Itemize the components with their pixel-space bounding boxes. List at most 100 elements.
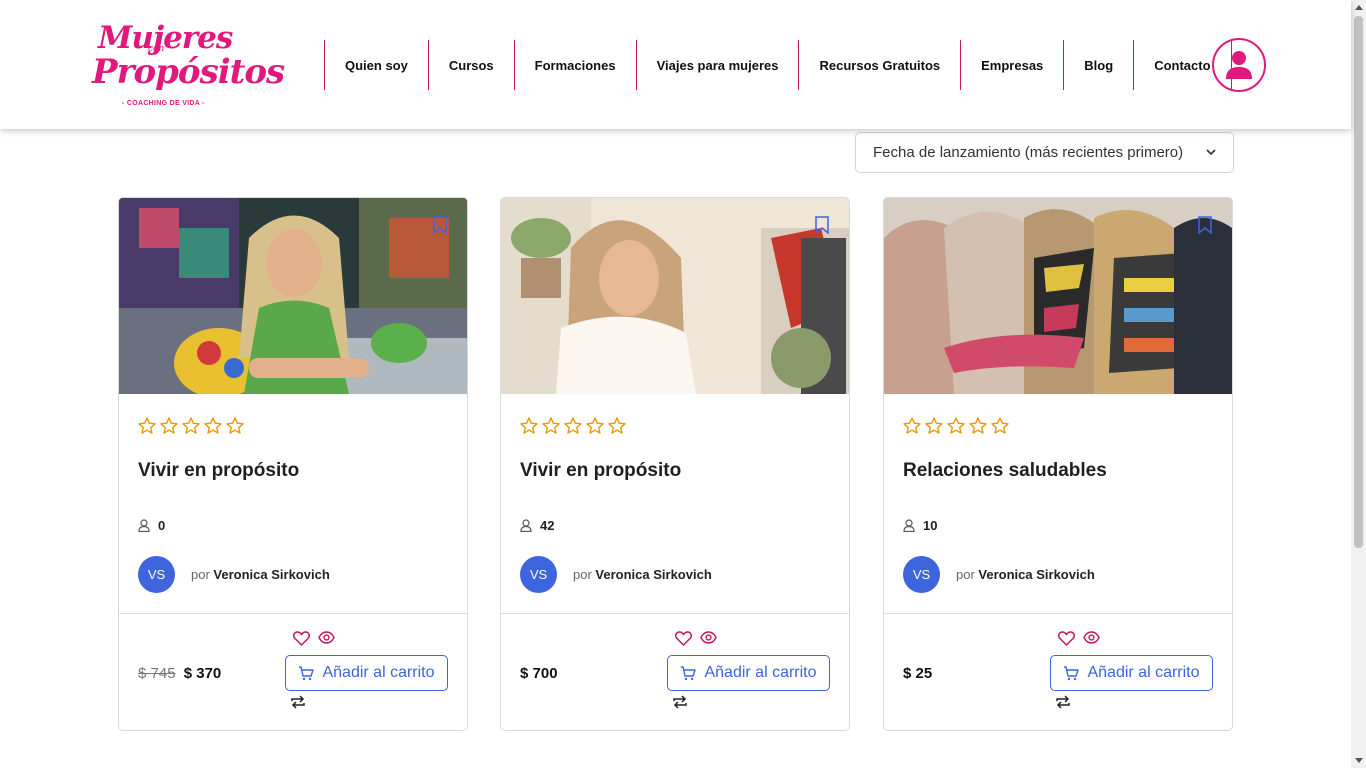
compare-icon[interactable] xyxy=(672,694,688,710)
add-to-cart-label: Añadir al carrito xyxy=(704,664,817,681)
logo-line2: Propósitos xyxy=(92,52,285,92)
add-to-cart-button[interactable]: Añadir al carrito xyxy=(285,655,448,691)
sort-select[interactable]: Fecha de lanzamiento (más recientes prim… xyxy=(855,132,1234,173)
bookmark-icon[interactable] xyxy=(433,216,447,234)
heart-icon[interactable] xyxy=(293,631,310,646)
cart-icon xyxy=(681,666,697,681)
course-card: Relaciones saludables 10 VS por Veronica… xyxy=(883,197,1233,731)
heart-icon[interactable] xyxy=(1058,631,1075,646)
avatar[interactable]: VS xyxy=(520,556,557,593)
star-icon xyxy=(925,417,943,434)
chevron-down-icon xyxy=(1206,149,1216,156)
nav-item-quien-soy[interactable]: Quien soy xyxy=(324,40,428,90)
bookmark-icon[interactable] xyxy=(815,216,829,234)
card-actions xyxy=(675,631,717,646)
add-to-cart-label: Añadir al carrito xyxy=(322,664,435,681)
star-icon xyxy=(947,417,965,434)
eye-icon[interactable] xyxy=(1083,631,1100,644)
by-label: por xyxy=(573,567,592,582)
nav-item-formaciones[interactable]: Formaciones xyxy=(513,40,636,90)
course-thumbnail[interactable] xyxy=(501,198,849,394)
student-count: 10 xyxy=(903,518,937,533)
author-line: por Veronica Sirkovich xyxy=(191,567,330,582)
add-to-cart-button[interactable]: Añadir al carrito xyxy=(667,655,830,691)
course-card: Vivir en propósito 42 VS por Veronica Si… xyxy=(500,197,850,731)
divider xyxy=(501,613,849,614)
bookmark-icon[interactable] xyxy=(1198,216,1212,234)
sale-price: $ 700 xyxy=(520,665,558,682)
by-label: por xyxy=(191,567,210,582)
star-icon xyxy=(520,417,538,434)
nav-item-cursos[interactable]: Cursos xyxy=(427,40,514,90)
star-icon xyxy=(564,417,582,434)
student-count: 0 xyxy=(138,518,165,533)
star-icon xyxy=(991,417,1009,434)
star-icon xyxy=(903,417,921,434)
scroll-up-arrow-icon[interactable] xyxy=(1355,5,1363,10)
star-icon xyxy=(226,417,244,434)
card-actions xyxy=(293,631,335,646)
heart-icon[interactable] xyxy=(675,631,692,646)
page-scrollbar[interactable] xyxy=(1351,0,1366,768)
avatar[interactable]: VS xyxy=(138,556,175,593)
divider xyxy=(884,613,1232,614)
eye-icon[interactable] xyxy=(318,631,335,644)
course-thumbnail[interactable] xyxy=(884,198,1232,394)
rating-stars xyxy=(138,417,244,434)
logo-tagline: - COACHING DE VIDA - xyxy=(122,100,205,107)
user-outline-icon xyxy=(520,519,532,532)
user-account-button[interactable] xyxy=(1212,38,1266,92)
user-icon xyxy=(1226,51,1252,79)
nav-item-viajes[interactable]: Viajes para mujeres xyxy=(635,40,799,90)
course-title[interactable]: Vivir en propósito xyxy=(138,460,299,482)
course-author: VS por Veronica Sirkovich xyxy=(520,556,712,593)
star-icon xyxy=(608,417,626,434)
cart-icon xyxy=(1064,666,1080,681)
add-to-cart-label: Añadir al carrito xyxy=(1087,664,1200,681)
author-name[interactable]: Veronica Sirkovich xyxy=(213,567,329,582)
nav-item-recursos[interactable]: Recursos Gratuitos xyxy=(798,40,960,90)
compare-icon[interactable] xyxy=(1055,694,1071,710)
star-icon xyxy=(586,417,604,434)
site-header: Mujeres con Propósitos - COACHING DE VID… xyxy=(0,0,1351,129)
rating-stars xyxy=(520,417,626,434)
user-outline-icon xyxy=(903,519,915,532)
course-price: $ 745 $ 370 xyxy=(138,665,221,682)
author-line: por Veronica Sirkovich xyxy=(956,567,1095,582)
add-to-cart-button[interactable]: Añadir al carrito xyxy=(1050,655,1213,691)
course-title[interactable]: Relaciones saludables xyxy=(903,460,1107,482)
card-actions xyxy=(1058,631,1100,646)
author-name[interactable]: Veronica Sirkovich xyxy=(978,567,1094,582)
scrollbar-thumb[interactable] xyxy=(1354,16,1363,548)
nav-item-empresas[interactable]: Empresas xyxy=(960,40,1063,90)
star-icon xyxy=(138,417,156,434)
course-price: $ 700 xyxy=(520,665,558,682)
cart-icon xyxy=(299,666,315,681)
star-icon xyxy=(182,417,200,434)
main-nav: Quien soy Cursos Formaciones Viajes para… xyxy=(324,40,1232,90)
eye-icon[interactable] xyxy=(700,631,717,644)
course-price: $ 25 xyxy=(903,665,932,682)
avatar[interactable]: VS xyxy=(903,556,940,593)
course-title[interactable]: Vivir en propósito xyxy=(520,460,681,482)
original-price: $ 745 xyxy=(138,665,176,682)
sale-price: $ 370 xyxy=(183,665,222,682)
course-author: VS por Veronica Sirkovich xyxy=(138,556,330,593)
by-label: por xyxy=(956,567,975,582)
star-icon xyxy=(542,417,560,434)
student-count-value: 42 xyxy=(540,518,555,533)
star-icon xyxy=(969,417,987,434)
site-logo[interactable]: Mujeres con Propósitos - COACHING DE VID… xyxy=(92,18,285,112)
star-icon xyxy=(204,417,222,434)
star-icon xyxy=(160,417,178,434)
author-name[interactable]: Veronica Sirkovich xyxy=(595,567,711,582)
course-thumbnail[interactable] xyxy=(119,198,467,394)
sale-price: $ 25 xyxy=(903,665,933,682)
user-outline-icon xyxy=(138,519,150,532)
compare-icon[interactable] xyxy=(290,694,306,710)
nav-item-blog[interactable]: Blog xyxy=(1063,40,1133,90)
scroll-down-arrow-icon[interactable] xyxy=(1355,758,1363,763)
course-card: Vivir en propósito 0 VS por Veronica Sir… xyxy=(118,197,468,731)
student-count-value: 0 xyxy=(158,518,166,533)
logo-line1: Mujeres xyxy=(98,20,233,56)
